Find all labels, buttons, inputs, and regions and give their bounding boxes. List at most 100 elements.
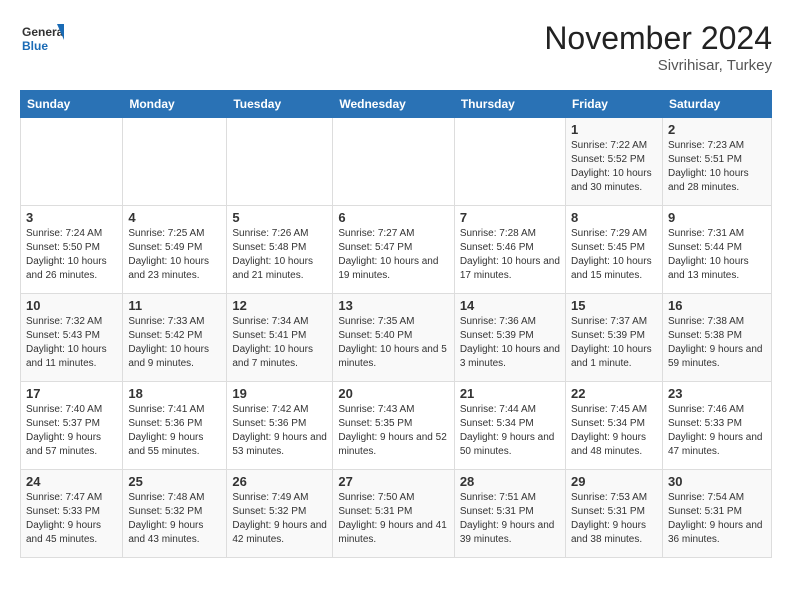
day-number: 2 xyxy=(668,122,766,137)
day-number: 15 xyxy=(571,298,657,313)
day-number: 3 xyxy=(26,210,117,225)
day-number: 4 xyxy=(128,210,221,225)
day-cell: 5 Sunrise: 7:26 AM Sunset: 5:48 PM Daylig… xyxy=(227,206,333,294)
month-title: November 2024 xyxy=(544,20,772,57)
day-info: Sunrise: 7:31 AM Sunset: 5:44 PM Dayligh… xyxy=(668,227,766,283)
day-number: 22 xyxy=(571,386,657,401)
day-cell: 26 Sunrise: 7:49 AM Sunset: 5:32 PM Dayli… xyxy=(227,470,333,558)
day-info: Sunrise: 7:36 AM Sunset: 5:39 PM Dayligh… xyxy=(460,315,560,371)
day-cell: 10 Sunrise: 7:32 AM Sunset: 5:43 PM Dayli… xyxy=(21,294,123,382)
day-cell: 7 Sunrise: 7:28 AM Sunset: 5:46 PM Daylig… xyxy=(454,206,565,294)
col-header-wednesday: Wednesday xyxy=(333,91,454,118)
day-cell: 3 Sunrise: 7:24 AM Sunset: 5:50 PM Daylig… xyxy=(21,206,123,294)
day-cell: 21 Sunrise: 7:44 AM Sunset: 5:34 PM Dayli… xyxy=(454,382,565,470)
day-info: Sunrise: 7:41 AM Sunset: 5:36 PM Dayligh… xyxy=(128,403,221,459)
day-info: Sunrise: 7:43 AM Sunset: 5:35 PM Dayligh… xyxy=(338,403,448,459)
day-number: 24 xyxy=(26,474,117,489)
day-info: Sunrise: 7:22 AM Sunset: 5:52 PM Dayligh… xyxy=(571,139,657,195)
logo-svg: General Blue xyxy=(20,20,64,64)
day-number: 7 xyxy=(460,210,560,225)
day-cell xyxy=(454,118,565,206)
day-number: 16 xyxy=(668,298,766,313)
day-info: Sunrise: 7:34 AM Sunset: 5:41 PM Dayligh… xyxy=(232,315,327,371)
day-number: 11 xyxy=(128,298,221,313)
col-header-friday: Friday xyxy=(565,91,662,118)
week-row-5: 24 Sunrise: 7:47 AM Sunset: 5:33 PM Dayli… xyxy=(21,470,772,558)
day-cell: 6 Sunrise: 7:27 AM Sunset: 5:47 PM Daylig… xyxy=(333,206,454,294)
day-number: 17 xyxy=(26,386,117,401)
day-cell xyxy=(123,118,227,206)
day-number: 10 xyxy=(26,298,117,313)
col-header-saturday: Saturday xyxy=(662,91,771,118)
day-number: 21 xyxy=(460,386,560,401)
day-cell xyxy=(21,118,123,206)
day-cell: 16 Sunrise: 7:38 AM Sunset: 5:38 PM Dayli… xyxy=(662,294,771,382)
day-cell: 4Sunrise: 7:25 AM Sunset: 5:49 PM Daylig… xyxy=(123,206,227,294)
col-header-sunday: Sunday xyxy=(21,91,123,118)
calendar-table: SundayMondayTuesdayWednesdayThursdayFrid… xyxy=(20,90,772,558)
day-cell xyxy=(227,118,333,206)
day-cell: 28 Sunrise: 7:51 AM Sunset: 5:31 PM Dayli… xyxy=(454,470,565,558)
col-header-thursday: Thursday xyxy=(454,91,565,118)
day-info: Sunrise: 7:40 AM Sunset: 5:37 PM Dayligh… xyxy=(26,403,117,459)
day-info: Sunrise: 7:24 AM Sunset: 5:50 PM Dayligh… xyxy=(26,227,117,283)
day-cell: 8 Sunrise: 7:29 AM Sunset: 5:45 PM Daylig… xyxy=(565,206,662,294)
day-number: 14 xyxy=(460,298,560,313)
day-cell: 9 Sunrise: 7:31 AM Sunset: 5:44 PM Daylig… xyxy=(662,206,771,294)
day-number: 25 xyxy=(128,474,221,489)
day-cell: 25 Sunrise: 7:48 AM Sunset: 5:32 PM Dayli… xyxy=(123,470,227,558)
day-cell: 19Sunrise: 7:42 AM Sunset: 5:36 PM Dayli… xyxy=(227,382,333,470)
day-number: 26 xyxy=(232,474,327,489)
day-info: Sunrise: 7:33 AM Sunset: 5:42 PM Dayligh… xyxy=(128,315,221,371)
day-info: Sunrise: 7:46 AM Sunset: 5:33 PM Dayligh… xyxy=(668,403,766,459)
day-info: Sunrise: 7:49 AM Sunset: 5:32 PM Dayligh… xyxy=(232,491,327,547)
svg-text:Blue: Blue xyxy=(22,39,48,53)
day-cell: 17 Sunrise: 7:40 AM Sunset: 5:37 PM Dayli… xyxy=(21,382,123,470)
day-info: Sunrise: 7:48 AM Sunset: 5:32 PM Dayligh… xyxy=(128,491,221,547)
week-row-3: 10 Sunrise: 7:32 AM Sunset: 5:43 PM Dayli… xyxy=(21,294,772,382)
day-info: Sunrise: 7:38 AM Sunset: 5:38 PM Dayligh… xyxy=(668,315,766,371)
day-number: 28 xyxy=(460,474,560,489)
day-cell: 13Sunrise: 7:35 AM Sunset: 5:40 PM Dayli… xyxy=(333,294,454,382)
day-number: 5 xyxy=(232,210,327,225)
day-number: 12 xyxy=(232,298,327,313)
day-number: 6 xyxy=(338,210,448,225)
day-number: 20 xyxy=(338,386,448,401)
day-cell xyxy=(333,118,454,206)
day-info: Sunrise: 7:51 AM Sunset: 5:31 PM Dayligh… xyxy=(460,491,560,547)
day-info: Sunrise: 7:26 AM Sunset: 5:48 PM Dayligh… xyxy=(232,227,327,283)
day-info: Sunrise: 7:23 AM Sunset: 5:51 PM Dayligh… xyxy=(668,139,766,195)
week-row-4: 17 Sunrise: 7:40 AM Sunset: 5:37 PM Dayli… xyxy=(21,382,772,470)
day-number: 30 xyxy=(668,474,766,489)
day-number: 18 xyxy=(128,386,221,401)
day-info: Sunrise: 7:53 AM Sunset: 5:31 PM Dayligh… xyxy=(571,491,657,547)
day-info: Sunrise: 7:28 AM Sunset: 5:46 PM Dayligh… xyxy=(460,227,560,283)
day-info: Sunrise: 7:29 AM Sunset: 5:45 PM Dayligh… xyxy=(571,227,657,283)
day-info: Sunrise: 7:50 AM Sunset: 5:31 PM Dayligh… xyxy=(338,491,448,547)
week-row-2: 3 Sunrise: 7:24 AM Sunset: 5:50 PM Daylig… xyxy=(21,206,772,294)
day-number: 9 xyxy=(668,210,766,225)
title-block: November 2024 Sivrihisar, Turkey xyxy=(544,20,772,74)
col-header-monday: Monday xyxy=(123,91,227,118)
day-info: Sunrise: 7:45 AM Sunset: 5:34 PM Dayligh… xyxy=(571,403,657,459)
day-cell: 29Sunrise: 7:53 AM Sunset: 5:31 PM Dayli… xyxy=(565,470,662,558)
day-cell: 11 Sunrise: 7:33 AM Sunset: 5:42 PM Dayli… xyxy=(123,294,227,382)
day-cell: 30Sunrise: 7:54 AM Sunset: 5:31 PM Dayli… xyxy=(662,470,771,558)
day-info: Sunrise: 7:44 AM Sunset: 5:34 PM Dayligh… xyxy=(460,403,560,459)
day-cell: 24 Sunrise: 7:47 AM Sunset: 5:33 PM Dayli… xyxy=(21,470,123,558)
day-number: 23 xyxy=(668,386,766,401)
day-number: 8 xyxy=(571,210,657,225)
day-number: 27 xyxy=(338,474,448,489)
day-cell: 15 Sunrise: 7:37 AM Sunset: 5:39 PM Dayli… xyxy=(565,294,662,382)
col-header-tuesday: Tuesday xyxy=(227,91,333,118)
day-info: Sunrise: 7:37 AM Sunset: 5:39 PM Dayligh… xyxy=(571,315,657,371)
day-cell: 22 Sunrise: 7:45 AM Sunset: 5:34 PM Dayli… xyxy=(565,382,662,470)
page-header: General Blue November 2024 Sivrihisar, T… xyxy=(20,20,772,74)
day-info: Sunrise: 7:47 AM Sunset: 5:33 PM Dayligh… xyxy=(26,491,117,547)
day-cell: 23 Sunrise: 7:46 AM Sunset: 5:33 PM Dayli… xyxy=(662,382,771,470)
svg-text:General: General xyxy=(22,25,64,39)
day-info: Sunrise: 7:32 AM Sunset: 5:43 PM Dayligh… xyxy=(26,315,117,371)
day-cell: 12 Sunrise: 7:34 AM Sunset: 5:41 PM Dayli… xyxy=(227,294,333,382)
header-row: SundayMondayTuesdayWednesdayThursdayFrid… xyxy=(21,91,772,118)
day-info: Sunrise: 7:27 AM Sunset: 5:47 PM Dayligh… xyxy=(338,227,448,283)
